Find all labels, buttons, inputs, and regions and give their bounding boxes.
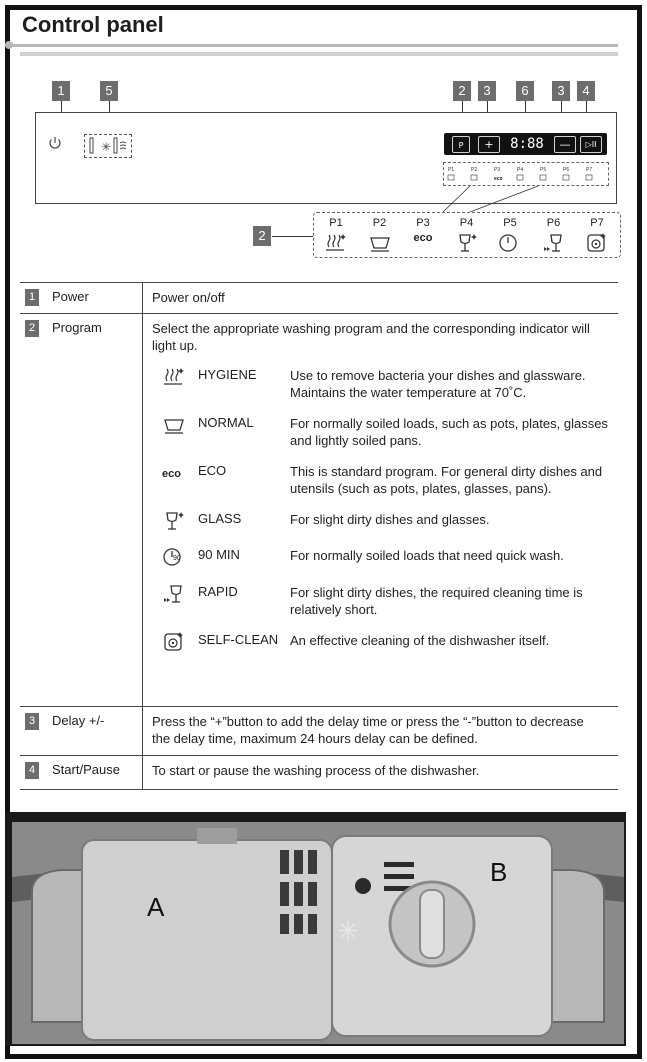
program-code: P7 (590, 217, 604, 229)
eco-text: eco (162, 462, 186, 484)
program-strip-enlarged: P1 P2 P3 eco P4 P5 P6 P7 (313, 212, 621, 258)
row-key: 4 Start/Pause (20, 756, 143, 789)
program-entry: SELF-CLEAN An effective cleaning of the d… (152, 629, 618, 669)
row-number: 3 (25, 713, 39, 730)
eco-label: eco (413, 232, 433, 244)
callout-program-left: 2 (253, 226, 271, 246)
table-row: 4 Start/Pause To start or pause the wash… (20, 756, 618, 790)
row-label: Delay +/- (52, 713, 105, 728)
program-code: P2 (372, 217, 387, 229)
program-code: P4 (459, 217, 474, 229)
row-key: 3 Delay +/- (20, 707, 143, 755)
label-b: B (490, 857, 508, 887)
row-number: 4 (25, 762, 39, 779)
program-code: P6 (546, 217, 561, 229)
program-strip-item: P2 (362, 217, 398, 252)
program-description: For normally soiled loads that need quic… (290, 548, 564, 563)
program-description: Use to remove bacteria your dishes and g… (290, 368, 586, 400)
program-list: HYGIENE Use to remove bacteria your dishe… (152, 364, 618, 669)
program-name: ECO (198, 463, 227, 478)
program-code: P5 (503, 217, 517, 229)
svg-text:✳: ✳ (337, 917, 359, 947)
program-description: An effective cleaning of the dishwasher … (290, 633, 550, 648)
program-name: NORMAL (198, 415, 254, 430)
program-strip-item: P5 (492, 217, 528, 252)
dispenser-illustration: ✳ (12, 822, 624, 1044)
normal-icon (362, 232, 398, 252)
selfclean-icon (579, 232, 615, 252)
callout-program-left-leader (272, 236, 313, 237)
program-description: For slight dirty dishes, the required cl… (290, 585, 583, 617)
program-strip-item: P7 (579, 217, 615, 252)
table-row: 2 Program Select the appropriate washing… (20, 314, 618, 707)
program-description: This is standard program. For general di… (290, 464, 603, 496)
row-number: 2 (25, 320, 39, 337)
detergent-dispenser-photo: ✳ A B (12, 822, 624, 1044)
row-text: Select the appropriate washing program a… (152, 321, 590, 353)
row-label: Program (52, 320, 102, 335)
row-text: To start or pause the washing process of… (152, 763, 480, 778)
rapid-icon (162, 583, 186, 605)
program-name: GLASS (198, 511, 242, 526)
glass-icon (162, 510, 186, 532)
program-entry: RAPID For slight dirty dishes, the requir… (152, 581, 618, 629)
program-description: For slight dirty dishes and glasses. (290, 512, 490, 527)
program-entry: HYGIENE Use to remove bacteria your dishe… (152, 364, 618, 412)
90min-icon (492, 232, 528, 252)
row-number: 1 (25, 289, 39, 306)
program-strip-item: P3 eco (405, 217, 441, 250)
hygiene-icon (162, 366, 186, 388)
program-name: 90 MIN (198, 547, 240, 562)
program-code: P3 (416, 217, 430, 229)
program-code: P1 (329, 217, 343, 229)
selfclean-icon (162, 631, 186, 653)
program-entry: GLASS For slight dirty dishes and glasses… (152, 508, 618, 544)
program-strip-item: P4 (449, 217, 485, 252)
table-row: 3 Delay +/- Press the “+”button to add t… (20, 707, 618, 756)
hygiene-icon (318, 232, 354, 251)
eco-label: eco (162, 468, 181, 480)
program-name: RAPID (198, 584, 238, 599)
eco-text: eco (405, 232, 441, 250)
glass-icon (449, 232, 485, 252)
program-name: HYGIENE (198, 367, 257, 382)
control-description-table: 1 Power Power on/off 2 Program Select th… (20, 282, 618, 790)
program-name: SELF-CLEAN (198, 632, 279, 647)
normal-icon (162, 414, 186, 436)
program-entry: NORMAL For normally soiled loads, such as… (152, 412, 618, 460)
program-strip-item: P1 (318, 217, 354, 251)
program-description: For normally soiled loads, such as pots,… (290, 416, 608, 448)
90min-icon: 90 (162, 546, 186, 568)
row-text: Power on/off (152, 290, 225, 305)
90min-label: 90 (173, 555, 181, 562)
row-label: Power (52, 289, 89, 304)
row-text: Press the “+”button to add the delay tim… (152, 714, 584, 746)
row-key: 2 Program (20, 314, 143, 706)
row-label: Start/Pause (52, 762, 120, 777)
label-a: A (147, 892, 165, 922)
table-row: 1 Power Power on/off (20, 283, 618, 314)
row-key: 1 Power (20, 283, 143, 313)
program-entry: eco ECO This is standard program. For gene… (152, 460, 618, 508)
rapid-icon (536, 232, 572, 252)
program-entry: 90 90 MIN For normally soiled loads that n… (152, 544, 618, 581)
program-strip-item: P6 (536, 217, 572, 252)
